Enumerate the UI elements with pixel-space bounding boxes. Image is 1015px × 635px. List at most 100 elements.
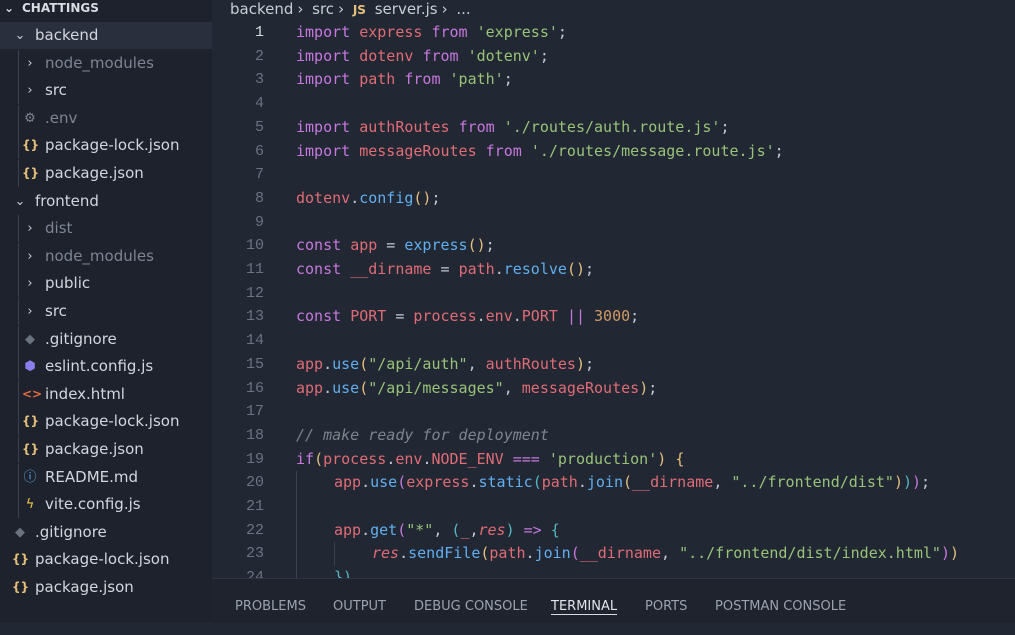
code-line[interactable]: 23 res.sendFile(path.join(__dirname, "../… [212,542,1015,567]
code-editor[interactable]: backend › src › JS server.js › ... 1 import … [212,0,1015,578]
sidebar-item[interactable]: › dist [0,215,212,243]
code-token: ( [359,354,369,373]
code-line[interactable]: 24}) [212,566,1015,578]
sidebar-item[interactable]: › node_modules [0,49,212,77]
code-line[interactable]: 9 [212,211,1015,235]
sidebar-item[interactable]: {} package-lock.json [0,546,212,573]
sidebar-item[interactable]: {} package.json [0,160,212,187]
code-token: if [296,449,315,468]
code-line[interactable]: 16 app.use("/api/messages", messageRoutes… [212,377,1015,401]
code-line[interactable]: 5 import authRoutes from './routes/auth.r… [212,116,1015,140]
code-token: . [399,544,409,563]
breadcrumb-src[interactable]: src [312,0,334,18]
code-line[interactable]: 7 [212,163,1015,187]
code-line[interactable]: 12 [212,282,1015,306]
code-line[interactable]: 15 app.use("/api/auth", authRoutes); [212,353,1015,377]
code-line[interactable]: 10 const app = express(); [212,234,1015,258]
sidebar-item[interactable]: ⚙ .env [0,104,212,132]
code-token: () [467,236,486,255]
sidebar-item[interactable]: {} package-lock.json [0,132,212,160]
code-text: if(process.env.NODE_ENV === 'production'… [296,448,684,472]
code-line[interactable]: 17 [212,400,1015,424]
code-token: . [494,260,504,278]
code-text: const app = express(); [296,234,495,258]
explorer-header[interactable]: ⌄ CHATTINGS [0,0,212,18]
sidebar-item[interactable]: ϟ vite.config.js [0,491,212,519]
tab-problems[interactable]: PROBLEMS [235,579,306,623]
chevron-right-icon: › [27,221,33,237]
code-token: . [476,307,486,326]
sidebar-item[interactable]: ⓘ README.md [0,463,212,491]
breadcrumb-server-js[interactable]: server.js [375,0,438,18]
code-line[interactable]: 18 // make ready for deployment [212,424,1015,448]
tab-terminal[interactable]: TERMINAL [551,579,618,623]
code-token: . [469,473,479,492]
sidebar-item[interactable]: {} package.json [0,436,212,463]
sidebar-item[interactable]: › src [0,77,212,105]
code-line[interactable]: 6 import messageRoutes from './routes/mes… [212,140,1015,164]
code-token: , [467,354,486,373]
code-line[interactable]: 14 [212,329,1015,353]
code-token: () [566,260,585,278]
code-token: dotenv [296,188,351,207]
code-text: dotenv.config(); [296,187,441,211]
chevron-right-icon: › [27,55,33,71]
code-token: join [586,473,623,492]
code-token: path [359,70,396,89]
sidebar-item-label: package-lock.json [45,136,180,155]
code-token: ( [570,544,580,563]
sidebar-item[interactable]: <> index.html [0,380,212,408]
sidebar-item[interactable]: › src [0,298,212,325]
code-line[interactable]: 22 app.get("*", (_,res) => { [212,518,1015,543]
code-token: app [350,236,378,255]
tab-output[interactable]: OUTPUT [333,579,386,623]
sidebar-item[interactable]: › node_modules [0,242,212,270]
code-token: env [485,307,513,326]
sidebar-item-label: README.md [45,467,139,486]
sidebar-item[interactable]: ⌄ backend [0,22,212,49]
code-text: import express from 'express'; [296,21,567,45]
code-text: }) [334,566,352,578]
sidebar-item[interactable]: › public [0,270,212,298]
sidebar-item[interactable]: {} package-lock.json [0,408,212,436]
code-token: = [377,236,405,255]
code-line[interactable]: 2 import dotenv from 'dotenv'; [212,45,1015,69]
code-token: 'production' [548,449,658,468]
code-line[interactable]: 4 [212,92,1015,116]
code-line[interactable]: 20 app.use(express.static(path.join(__dir… [212,471,1015,495]
code-token: ) [505,520,515,539]
sidebar-item[interactable]: ◆ .gitignore [0,325,212,353]
tab-debug-console[interactable]: DEBUG CONSOLE [414,579,528,623]
code-line[interactable]: 1 import express from 'express'; [212,21,1015,45]
code-token: const [296,307,342,326]
code-line[interactable]: 11 const __dirname = path.resolve(); [212,258,1015,282]
code-token: import [296,141,351,160]
sidebar-item[interactable]: ◆ .gitignore [0,519,212,546]
code-line[interactable]: 21 [212,495,1015,519]
sidebar-item-label: .gitignore [45,329,117,348]
code-line[interactable]: 19 if(process.env.NODE_ENV === 'productio… [212,448,1015,472]
code-line[interactable]: 3 import path from 'path'; [212,68,1015,92]
line-number: 1 [254,24,264,41]
code-token: = [386,307,414,326]
sidebar-item[interactable]: ⌄ frontend [0,188,212,215]
indent-guide [18,325,19,353]
code-line[interactable]: 8 dotenv.config(); [212,187,1015,211]
breadcrumb-more[interactable]: ... [456,0,470,18]
code-token: './routes/auth.route.js' [503,117,721,136]
sidebar-item[interactable]: {} package.json [0,574,212,601]
code-line[interactable]: 13 const PORT = process.env.PORT || 3000; [212,305,1015,329]
code-token: import [296,23,351,41]
sidebar-item[interactable]: ⬢ eslint.config.js [0,353,212,381]
code-token: "/api/auth" [368,354,468,373]
tab-ports[interactable]: PORTS [645,579,687,623]
breadcrumb-backend[interactable]: backend [230,0,293,18]
code-token: res [478,520,506,539]
tab-postman-console[interactable]: POSTMAN CONSOLE [715,579,846,623]
code-token: from [422,46,459,65]
line-number: 6 [254,142,264,160]
code-token: use [370,473,398,492]
code-token: ) [902,473,912,492]
